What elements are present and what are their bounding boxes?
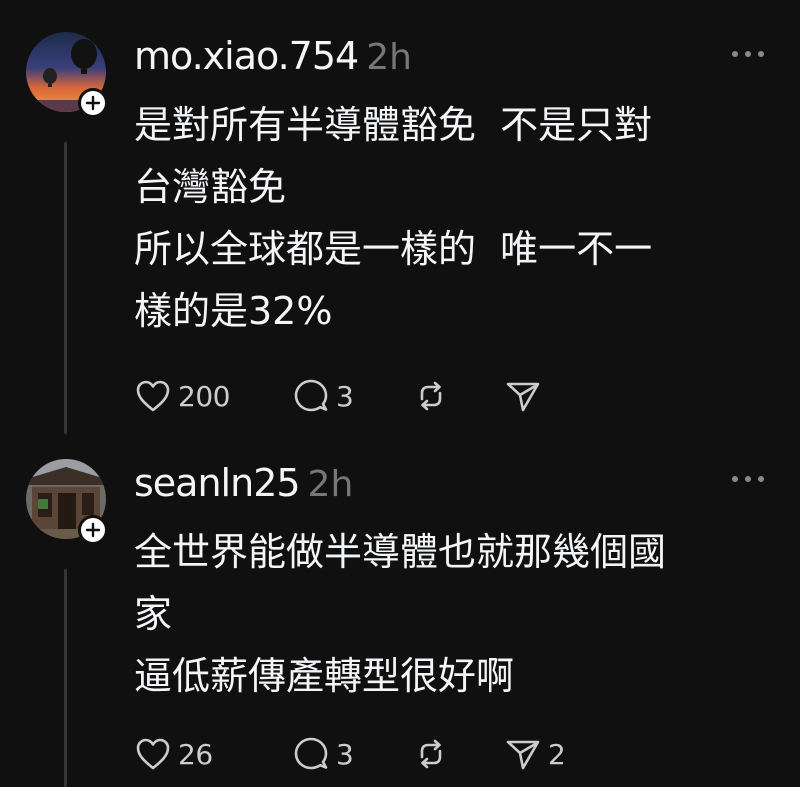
- repost-button[interactable]: [412, 377, 504, 415]
- like-button[interactable]: 26: [134, 736, 292, 772]
- thread-connector-line: [64, 142, 67, 434]
- share-count: 2: [548, 737, 566, 771]
- repost-button[interactable]: [412, 735, 504, 773]
- more-dots-icon: [732, 51, 764, 57]
- share-button[interactable]: 2: [504, 735, 566, 773]
- post-header: seanln25 2h: [134, 461, 353, 505]
- plus-icon: [85, 522, 101, 538]
- like-count: 200: [178, 379, 230, 413]
- more-dots-icon: [732, 476, 764, 482]
- heart-icon: [136, 380, 170, 412]
- plus-icon: [85, 95, 101, 111]
- repost-arrows-icon: [420, 739, 442, 769]
- post-content-line: 逼低薪傳產轉型很好啊: [134, 654, 515, 698]
- post-header: mo.xiao.754 2h: [134, 34, 412, 78]
- post-content-line: 樣的是32%: [134, 289, 333, 333]
- post-content-line: 是對所有半導體豁免 不是只對: [134, 103, 653, 147]
- post-content-line: 台灣豁免: [134, 165, 287, 209]
- paper-plane-icon: [506, 740, 540, 770]
- follow-button[interactable]: [78, 515, 108, 545]
- reply-button[interactable]: 3: [292, 735, 412, 773]
- more-options-button[interactable]: [728, 469, 768, 489]
- more-options-button[interactable]: [728, 44, 768, 64]
- post-time: 2h: [366, 37, 412, 78]
- post-content-line: 所以全球都是一樣的 唯一不一: [134, 227, 653, 271]
- post-content: 全世界能做半導體也就那幾個國 家 逼低薪傳產轉型很好啊: [134, 521, 774, 707]
- like-button[interactable]: 200: [134, 378, 292, 414]
- repost-arrows-icon: [420, 381, 442, 411]
- reply-button[interactable]: 3: [292, 377, 412, 415]
- post-actions: 26 3 2: [134, 734, 566, 774]
- reply-count: 3: [336, 737, 354, 771]
- follow-button[interactable]: [78, 88, 108, 118]
- post-content-line: 家: [134, 592, 173, 636]
- like-count: 26: [178, 737, 213, 771]
- post-time: 2h: [307, 464, 354, 505]
- thread-post: seanln25 2h 全世界能做半導體也就那幾個國 家 逼低薪傳產轉型很好啊 …: [0, 445, 800, 787]
- share-button[interactable]: [504, 377, 542, 415]
- thread-post: mo.xiao.754 2h 是對所有半導體豁免 不是只對 台灣豁免 所以全球都…: [0, 0, 800, 445]
- reply-count: 3: [336, 379, 354, 413]
- post-content-line: 全世界能做半導體也就那幾個國: [134, 530, 667, 574]
- username[interactable]: mo.xiao.754: [134, 34, 359, 78]
- post-content: 是對所有半導體豁免 不是只對 台灣豁免 所以全球都是一樣的 唯一不一 樣的是32…: [134, 94, 774, 342]
- paper-plane-icon: [506, 382, 540, 412]
- username[interactable]: seanln25: [134, 461, 301, 505]
- thread-connector-line: [64, 569, 67, 787]
- speech-bubble-icon: [294, 737, 328, 770]
- speech-bubble-icon: [294, 379, 328, 412]
- heart-icon: [136, 738, 170, 770]
- post-actions: 200 3: [134, 376, 542, 416]
